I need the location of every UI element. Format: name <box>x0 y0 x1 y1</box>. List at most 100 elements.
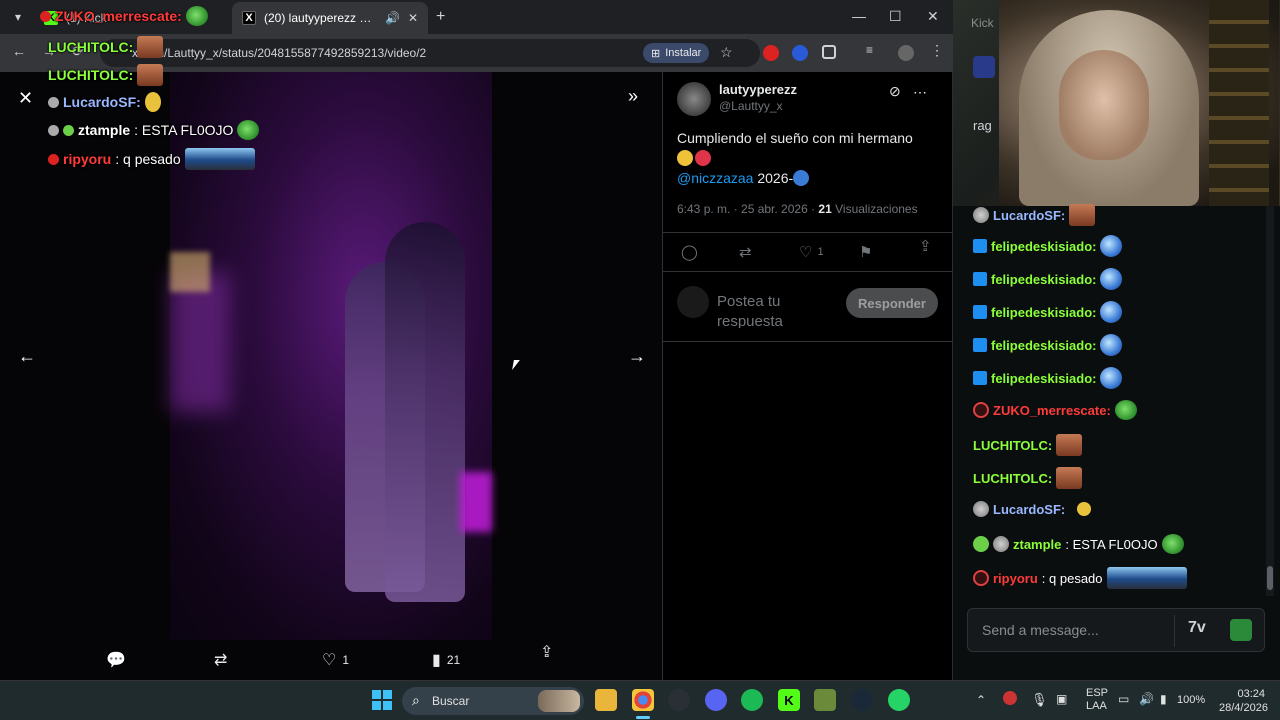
display-icon[interactable]: ▣ <box>1056 692 1067 706</box>
chat-username[interactable]: ripyoru <box>993 571 1038 586</box>
chat-username[interactable]: LUCHITOLC: <box>973 471 1052 486</box>
taskbar-search[interactable]: ⌕ Buscar <box>402 687 584 715</box>
chrome-icon[interactable] <box>632 689 654 711</box>
webcam-feed <box>999 0 1279 206</box>
extension-shield-icon[interactable] <box>763 45 779 61</box>
share-button[interactable]: ⇪ <box>540 642 553 662</box>
bookmark-star-icon[interactable]: ☆ <box>720 44 733 61</box>
user-badge-icon <box>48 124 59 136</box>
7tv-icon[interactable]: 7v <box>1188 619 1206 637</box>
user-badge-icon <box>993 536 1009 552</box>
like-button[interactable]: ♡ 1 <box>322 650 349 670</box>
views-count: 21 <box>818 202 832 216</box>
chat-input[interactable]: Send a message... 7v <box>967 608 1265 652</box>
chat-message: felipedeskisiado: <box>973 268 1123 290</box>
chat-username[interactable]: LUCHITOLC: <box>973 438 1052 453</box>
speaker-icon[interactable]: 🔊 <box>385 11 400 25</box>
volume-icon[interactable]: 🔊 <box>1139 692 1154 706</box>
search-label: Buscar <box>432 694 470 708</box>
user-badge-icon <box>973 402 989 418</box>
reply-input[interactable]: Postea tu respuesta <box>717 292 827 328</box>
grok-icon[interactable]: ⊘ <box>889 83 901 100</box>
new-tab-button[interactable]: + <box>436 8 445 26</box>
overlay-chat-line: ztample: ESTA FL0OJO <box>48 120 260 140</box>
expand-panel-icon[interactable]: » <box>628 86 638 107</box>
tray-overflow-icon[interactable]: ⌃ <box>976 693 986 707</box>
overlay-username: LucardoSF: <box>63 94 141 110</box>
chat-username[interactable]: felipedeskisiado: <box>991 239 1096 254</box>
media-control-icon[interactable]: ≡ <box>866 43 882 59</box>
extensions-puzzle-icon[interactable] <box>822 45 836 59</box>
chat-username[interactable]: felipedeskisiado: <box>991 305 1096 320</box>
like-button[interactable]: ♡ 1 <box>799 243 824 261</box>
pepe-emote-icon <box>1114 400 1137 420</box>
next-media-icon[interactable]: → <box>628 346 646 367</box>
scrollbar-thumb[interactable] <box>1267 566 1273 590</box>
post-time[interactable]: 6:43 p. m. · 25 abr. 2026 · <box>677 202 818 216</box>
overlay-username: LUCHITOLC: <box>48 67 134 83</box>
chat-input-placeholder[interactable]: Send a message... <box>982 622 1099 638</box>
chat-username[interactable]: felipedeskisiado: <box>991 371 1096 386</box>
avatar[interactable] <box>677 82 711 116</box>
close-window-button[interactable]: ✕ <box>927 8 939 25</box>
network-icon[interactable]: ▭ <box>1118 692 1129 706</box>
overlay-chat-line: LUCHITOLC: <box>48 36 164 58</box>
chat-username[interactable]: ztample <box>1013 537 1061 552</box>
tray-app-icon[interactable] <box>1003 691 1017 705</box>
maximize-button[interactable]: ☐ <box>889 8 902 25</box>
reply-composer: Postea tu respuesta Responder <box>663 274 953 342</box>
profile-avatar-icon[interactable] <box>898 45 914 61</box>
pepe-emote-icon <box>185 6 208 26</box>
chat-username[interactable]: LucardoSF: <box>993 502 1065 517</box>
chat-scrollbar[interactable] <box>1266 206 1274 596</box>
chat-username[interactable]: ZUKO_merrescate: <box>993 403 1111 418</box>
kick-app-icon[interactable]: K <box>778 689 800 711</box>
chat-username[interactable]: felipedeskisiado: <box>991 272 1096 287</box>
chat-message: felipedeskisiado: <box>973 235 1123 257</box>
clock[interactable]: 03:24 28/4/2026 <box>1219 687 1268 715</box>
author-handle[interactable]: @Lauttyy_x <box>719 99 797 113</box>
close-tab-icon[interactable]: ✕ <box>408 11 418 25</box>
reply-button[interactable]: 💬 <box>106 650 126 670</box>
emote-picker-icon[interactable] <box>1230 619 1252 641</box>
discord-icon[interactable] <box>705 689 727 711</box>
author-name[interactable]: lautyyperezz <box>719 82 797 97</box>
steam-icon[interactable] <box>851 689 873 711</box>
previous-media-icon[interactable]: ← <box>18 346 36 367</box>
microphone-icon[interactable]: 🎙 <box>1031 692 1048 708</box>
install-app-button[interactable]: ⊞ Instalar <box>643 43 710 63</box>
clock-date: 28/4/2026 <box>1219 702 1268 714</box>
reply-submit-button[interactable]: Responder <box>846 288 938 318</box>
chat-username[interactable]: felipedeskisiado: <box>991 338 1096 353</box>
settings-icon[interactable] <box>668 689 690 711</box>
more-options-icon[interactable]: ⋯ <box>913 84 927 101</box>
performer-figure <box>385 222 465 602</box>
battery-icon[interactable]: ▮ <box>1160 692 1167 706</box>
share-button[interactable]: ⇪ <box>919 237 932 255</box>
bug-badge-icon <box>63 124 74 136</box>
mention-link[interactable]: @niczzazaa <box>677 170 753 186</box>
post-tail: 2026- <box>757 170 794 186</box>
repost-button[interactable]: ⇄ <box>739 243 752 261</box>
spotify-icon[interactable] <box>741 689 763 711</box>
bookmark-button[interactable]: ⚑ <box>859 243 872 261</box>
chat-message: LucardoSF: <box>973 204 1096 226</box>
streamer-face <box>1059 50 1149 160</box>
views-chart-icon: ▮ <box>432 652 441 669</box>
channel-avatar[interactable] <box>973 56 995 78</box>
extension-avatar-icon[interactable] <box>792 45 808 61</box>
minimize-button[interactable]: — <box>852 8 866 24</box>
bug-badge-icon <box>973 536 989 552</box>
browser-menu-icon[interactable]: ⋮ <box>930 42 946 58</box>
file-explorer-icon[interactable] <box>595 689 617 711</box>
minecraft-icon[interactable] <box>814 689 836 711</box>
post-author[interactable]: lautyyperezz @Lauttyy_x <box>677 82 797 116</box>
repost-button[interactable]: ⇄ <box>214 650 227 670</box>
chat-username[interactable]: LucardoSF: <box>993 208 1065 223</box>
heart-bandage-emoji <box>695 150 711 166</box>
whatsapp-icon[interactable] <box>888 689 910 711</box>
start-button[interactable] <box>371 689 393 711</box>
views-button[interactable]: ▮ 21 <box>432 650 460 670</box>
language-indicator[interactable]: ESP LAA <box>1086 687 1108 713</box>
reply-button[interactable]: ◯ <box>681 243 698 261</box>
